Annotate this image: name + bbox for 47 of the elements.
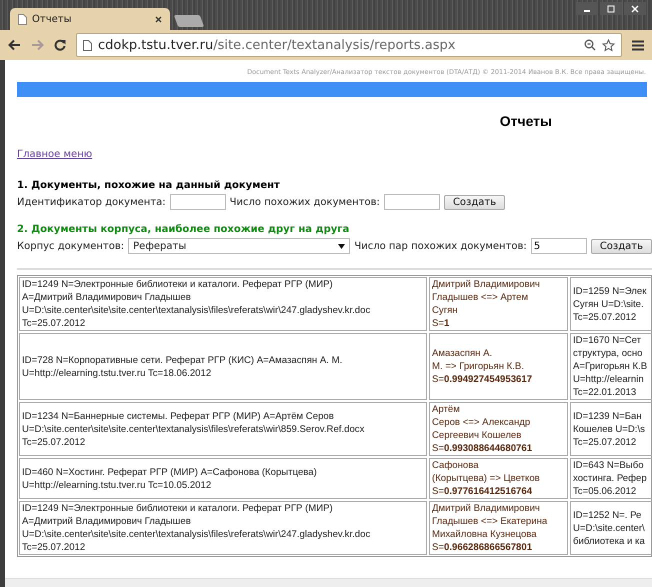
section-heading: 1. Документы, похожие на данный документ [17,180,281,191]
field-label: Идентификатор документа: [17,196,166,208]
caret-icon [338,244,346,248]
create-button[interactable]: Создать [590,238,652,254]
field-label: Корпус документов: [17,240,124,252]
close-icon[interactable] [155,16,162,22]
address-bar[interactable]: cdokp.tstu.tver.ru/site.center/textanalysis/reports.aspx [76,33,622,57]
field-label: Число пар похожих документов: [354,240,527,252]
reload-icon[interactable] [54,39,66,51]
close-button[interactable] [624,2,646,15]
star-icon[interactable] [602,38,615,52]
zoom-icon[interactable] [584,39,596,51]
section-heading: 2. Документы корпуса, наиболее похожие друг на друга [17,224,350,235]
menu-icon[interactable] [632,40,644,50]
table-cell: Дмитрий Владимирович Гладышев <=> Екатерина Михайловна Кузнецова S=0.966286866567801 [429,501,568,555]
table-cell: ID=1259 N=Элек Сугян U=D:\site. Tc=25.07.2012 [570,277,652,331]
table-cell: ID=1239 N=Бан Кошелев U=D:\s Tc=25.07.2012 [570,402,652,456]
close-icon [631,4,639,12]
input-field[interactable] [170,194,226,210]
table-cell: ID=1249 N=Электронные библиотеки и каталоги. Реферат РГР (МИР) A=Дмитрий Владимирович Гладышев U=D:\site.center\site\site.center\textanalysis\files\referats\wir\247.gladyshev.kr.doc Tc=25.07.2012 [19,277,427,331]
table-cell: ID=1234 N=Баннерные системы. Реферат РГР (МИР) A=Артём Серов U=D:\site.center\site\site.center\textanalysis\files\referats\wir\859.Serov.Ref.docx Tc=25.07.2012 [19,402,427,456]
table-cell: Артём Серов <=> Александр Сергеевич Кошелев S=0.993088644680761 [429,402,568,456]
maximize-button[interactable] [600,2,622,15]
page-icon [18,14,27,24]
field-label: Число похожих документов: [230,196,380,208]
table-cell: ID=643 N=Выбо хостинга. Рефер Tc=05.06.2012 [570,458,652,499]
table-cell: ID=1252 N=. Ре U=D:\site.center\ библиотека и ка [570,501,652,555]
scrollbar[interactable] [5,578,652,587]
input-field[interactable] [384,194,440,210]
create-button[interactable]: Создать [444,194,506,210]
input-field[interactable]: 5 [530,238,587,254]
table-cell: ID=1670 N=Сет структура, осно A=Григорьян К.В U=http://elearnin Tc=22.01.2013 [570,333,652,400]
page-icon [83,40,92,50]
table-cell: ID=460 N=Хостинг. Реферат РГР (МИР) A=Сафонова (Корытцева) U=http://elearning.tstu.tver.ru Tc=10.05.2012 [19,458,427,499]
browser-tab[interactable]: Отчеты [10,8,170,30]
table-cell: Дмитрий Владимирович Гладышев <=> Артем Сугян S=1 [429,277,568,331]
table-cell: ID=728 N=Корпоративные сети. Реферат РГР (КИС) A=Амазаспян А. М. U=http://elearning.tstu.tver.ru Tc=18.06.2012 [19,333,427,400]
corpus-dropdown[interactable]: Рефераты [128,238,350,254]
back-icon[interactable] [8,39,21,51]
page-title: Отчеты [500,113,552,129]
table-cell: ID=1249 N=Электронные библиотеки и каталоги. Реферат РГР (МИР) A=Дмитрий Владимирович Гладышев U=D:\site.center\site\site.center\textanalysis\files\referats\wir\247.gladyshev.kr.doc Tc=25.07.2012 [19,501,427,555]
table-cell: Сафонова (Корытцева) => Цветков S=0.977616412516764 [429,458,568,499]
table-cell: Амазаспян А. М. => Григорьян К.В. S=0.994927454953617 [429,333,568,400]
minimize-button[interactable] [576,2,598,15]
maximize-icon [607,4,615,12]
main-menu-link[interactable]: Главное меню [17,149,652,160]
new-tab-button[interactable] [174,15,204,27]
